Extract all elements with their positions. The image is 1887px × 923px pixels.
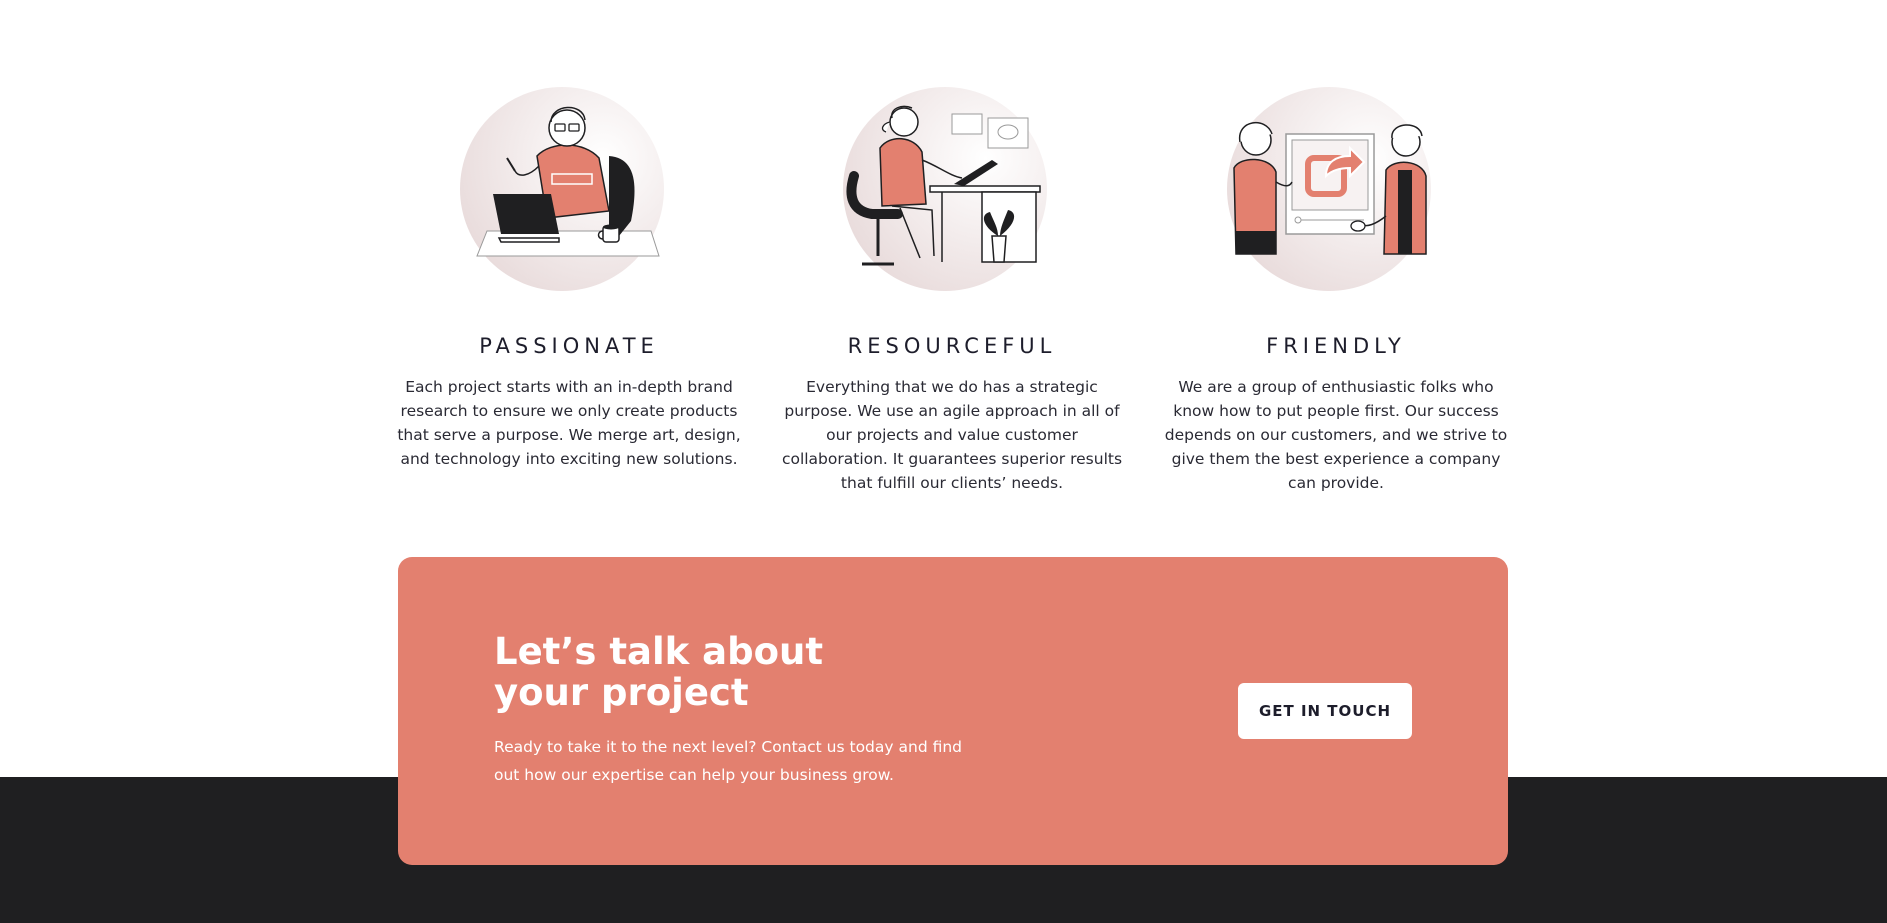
cta-description: Ready to take it to the next level? Cont… bbox=[494, 738, 963, 784]
feature-title: RESOURCEFUL bbox=[847, 334, 1057, 358]
two-people-with-share-board-illustration bbox=[1227, 87, 1431, 291]
cta-banner: Let’s talk about your project Ready to t… bbox=[398, 557, 1508, 865]
feature-title: PASSIONATE bbox=[479, 334, 659, 358]
feature-description: Everything that we do has a strategic pu… bbox=[781, 378, 1123, 492]
get-in-touch-button[interactable]: GET IN TOUCH bbox=[1238, 683, 1412, 739]
cta-title: Let’s talk about your project bbox=[494, 630, 824, 714]
feature-description: Each project starts with an in-depth bra… bbox=[397, 378, 741, 468]
feature-title: FRIENDLY bbox=[1266, 334, 1406, 358]
person-at-laptop-illustration bbox=[460, 87, 664, 291]
feature-friendly: FRIENDLY We are a group of enthusiastic … bbox=[1164, 86, 1508, 495]
feature-passionate: PASSIONATE Each project starts with an i… bbox=[397, 86, 741, 471]
feature-description: We are a group of enthusiastic folks who… bbox=[1164, 378, 1508, 492]
person-at-drawing-desk-illustration bbox=[843, 87, 1047, 291]
features-section: PASSIONATE Each project starts with an i… bbox=[397, 86, 1507, 492]
feature-resourceful: RESOURCEFUL Everything that we do has a … bbox=[780, 86, 1124, 495]
